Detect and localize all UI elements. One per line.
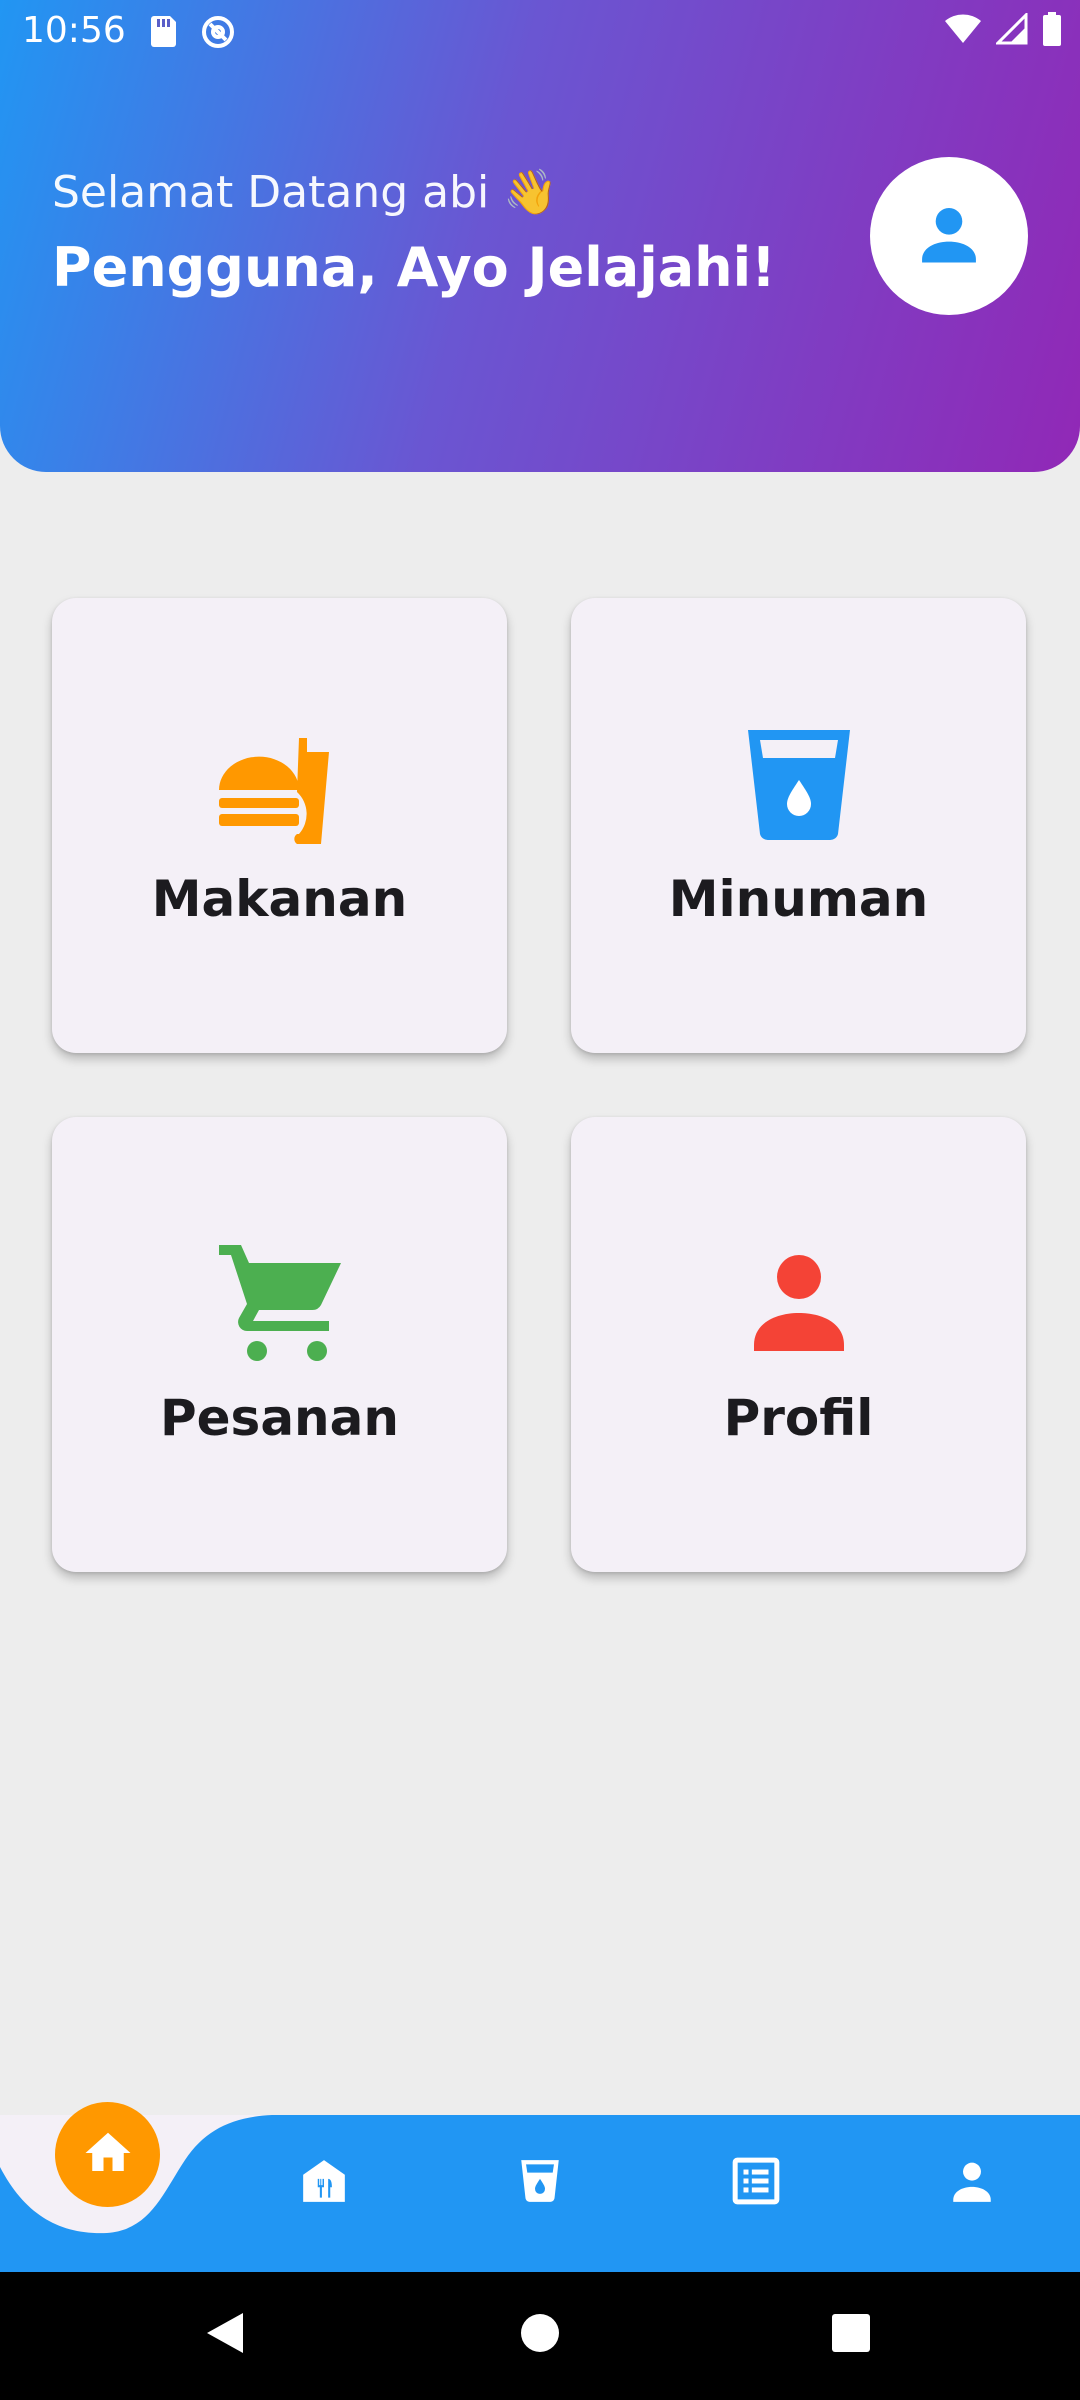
menu-card-minuman[interactable]: Minuman	[571, 598, 1026, 1053]
recents-icon	[831, 2313, 871, 2357]
person-icon	[947, 2156, 997, 2210]
back-icon	[203, 2311, 247, 2359]
home-icon	[81, 2126, 135, 2184]
nav-profile-button[interactable]	[944, 2155, 1000, 2211]
drink-icon	[734, 718, 864, 848]
signal-icon	[994, 11, 1028, 49]
home-system-button[interactable]	[515, 2310, 565, 2360]
menu-card-label: Profil	[723, 1388, 874, 1447]
back-button[interactable]	[200, 2310, 250, 2360]
drink-icon	[515, 2156, 565, 2210]
nav-home-button[interactable]	[55, 2102, 160, 2207]
battery-icon	[1042, 12, 1062, 50]
status-bar: 10:56	[0, 0, 1080, 63]
greeting-text: Selamat Datang abi 👋	[52, 167, 558, 218]
data-saver-icon	[200, 14, 236, 54]
menu-card-label: Makanan	[151, 869, 408, 928]
menu-card-pesanan[interactable]: Pesanan	[52, 1117, 507, 1572]
nav-drink-button[interactable]	[512, 2155, 568, 2211]
nav-restaurant-button[interactable]	[296, 2155, 352, 2211]
restaurant-icon	[299, 2156, 349, 2210]
nav-list-button[interactable]	[728, 2155, 784, 2211]
status-time: 10:56	[22, 10, 126, 51]
list-icon	[731, 2156, 781, 2210]
wifi-icon	[944, 13, 982, 49]
fastfood-icon	[215, 718, 345, 848]
menu-card-makanan[interactable]: Makanan	[52, 598, 507, 1053]
person-icon	[911, 196, 987, 276]
recents-button[interactable]	[826, 2310, 876, 2360]
menu-card-label: Pesanan	[160, 1388, 399, 1447]
home-circle-icon	[519, 2312, 561, 2358]
sd-card-icon	[148, 14, 178, 54]
menu-card-label: Minuman	[668, 869, 929, 928]
avatar[interactable]	[870, 157, 1028, 315]
person-icon	[734, 1237, 864, 1367]
headline-text: Pengguna, Ayo Jelajahi!	[52, 236, 776, 299]
cart-icon	[215, 1237, 345, 1367]
menu-card-profil[interactable]: Profil	[571, 1117, 1026, 1572]
